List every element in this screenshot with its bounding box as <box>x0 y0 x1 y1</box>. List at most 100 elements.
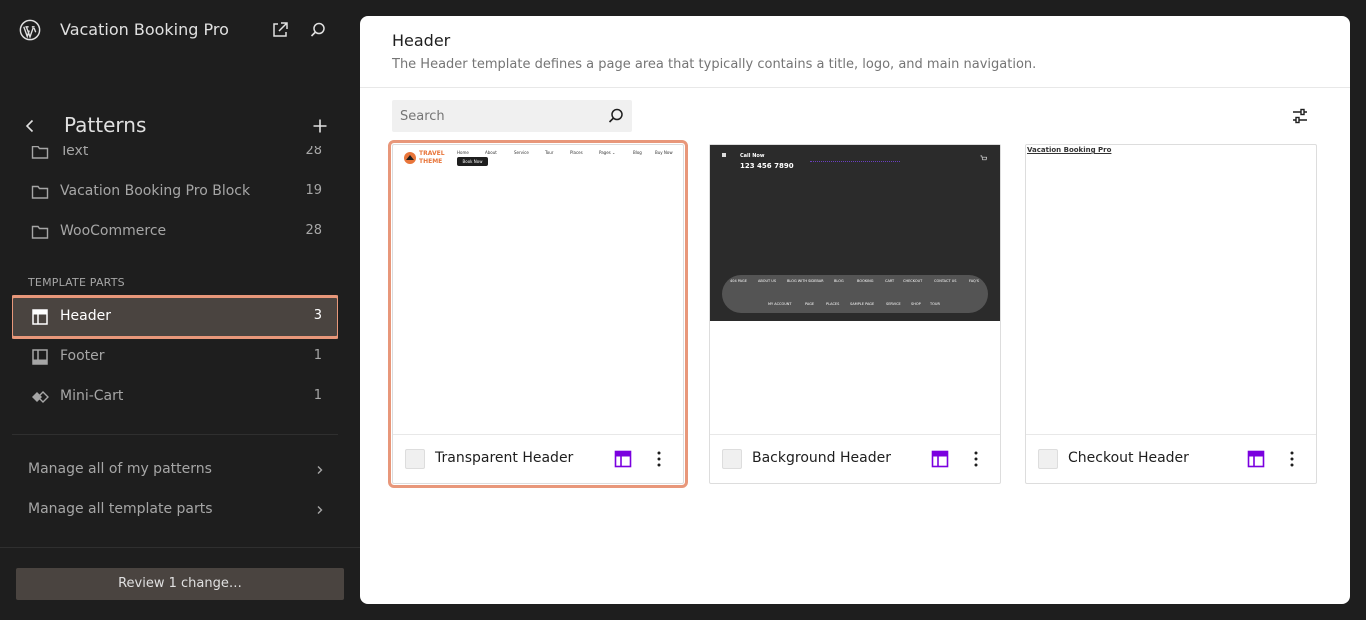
category-label: Text <box>60 146 89 159</box>
category-label: Vacation Booking Pro Block <box>60 183 251 199</box>
review-changes-button[interactable]: Review 1 change… <box>16 568 344 600</box>
search-icon[interactable] <box>308 20 328 40</box>
add-icon[interactable] <box>310 116 330 136</box>
preview-nav-item: Home <box>457 150 469 155</box>
preview-nav-item: ABOUT US <box>758 279 777 283</box>
pattern-preview[interactable]: TRAVEL THEME Home About Service Tour Pla… <box>393 145 683 435</box>
preview-nav-item: Buy Now <box>655 150 673 155</box>
template-part-count: 1 <box>313 348 322 363</box>
category-item-vacation-booking-pro-block[interactable]: Vacation Booking Pro Block 19 <box>12 172 338 212</box>
pattern-name: Background Header <box>752 450 891 466</box>
preview-nav-item: FAQ'S <box>969 279 979 283</box>
pattern-preview[interactable]: Vacation Booking Pro <box>1026 145 1316 435</box>
pattern-card-transparent-header[interactable]: TRAVEL THEME Home About Service Tour Pla… <box>388 140 688 488</box>
search-input[interactable] <box>392 100 602 132</box>
template-part-icon <box>614 450 632 468</box>
card-footer: Transparent Header <box>393 435 683 483</box>
preview-nav-item: SHOP <box>911 302 921 306</box>
preview-nav-item: MY ACCOUNT <box>768 302 792 306</box>
preview-nav-item: Service <box>514 150 529 155</box>
manage-template-parts-link[interactable]: Manage all template parts <box>12 490 338 530</box>
template-part-count: 3 <box>313 308 322 323</box>
footer-layout-icon <box>32 349 48 365</box>
preview-nav-item: Blog <box>633 150 642 155</box>
more-options-icon[interactable] <box>649 449 669 469</box>
preview-nav-item: TOUR <box>930 302 940 306</box>
chevron-right-icon <box>317 466 323 474</box>
category-item-text[interactable]: Text 28 <box>12 146 338 172</box>
preview-nav-item: Places <box>570 150 583 155</box>
select-checkbox[interactable] <box>722 449 742 469</box>
sidebar-footer-divider <box>0 547 360 548</box>
back-arrow-icon[interactable] <box>20 116 40 136</box>
cart-icon <box>980 155 987 161</box>
site-hub: Vacation Booking Pro <box>0 0 360 60</box>
more-options-icon[interactable] <box>966 449 986 469</box>
search-icon[interactable] <box>606 106 626 126</box>
template-part-item-footer[interactable]: Footer 1 <box>12 337 338 377</box>
preview-nav-item: Pages ⌄ <box>599 150 616 155</box>
template-part-label: Header <box>60 308 111 324</box>
template-part-item-header[interactable]: Header 3 <box>12 295 338 339</box>
preview-logo-line2: THEME <box>419 158 443 165</box>
site-title[interactable]: Vacation Booking Pro <box>60 20 229 39</box>
manage-link-label: Manage all of my patterns <box>28 461 212 477</box>
preview-logo-line1: TRAVEL <box>419 150 445 157</box>
select-checkbox[interactable] <box>1038 449 1058 469</box>
category-count: 28 <box>305 223 322 238</box>
pattern-preview[interactable]: Call Now 123 456 7890 404 PAGE ABOUT US … <box>710 145 1000 435</box>
preview-nav-item: About <box>485 150 497 155</box>
card-footer: Checkout Header <box>1026 435 1316 483</box>
template-part-label: Footer <box>60 348 105 364</box>
pattern-card-background-header[interactable]: Call Now 123 456 7890 404 PAGE ABOUT US … <box>709 144 1001 484</box>
preview-nav-item: PAGE <box>805 302 815 306</box>
preview-nav-item: SERVICE <box>886 302 901 306</box>
filter-settings-icon[interactable] <box>1290 106 1310 126</box>
page-description: The Header template defines a page area … <box>392 57 1037 72</box>
patterns-title: Patterns <box>64 113 147 137</box>
preview-cta-button: Book Now <box>457 157 488 166</box>
preview-call-label: Call Now <box>740 153 765 159</box>
manage-link-label: Manage all template parts <box>28 501 213 517</box>
pattern-name: Checkout Header <box>1068 450 1189 466</box>
template-part-count: 1 <box>313 388 322 403</box>
preview-site-link: Vacation Booking Pro <box>1027 146 1112 154</box>
card-footer: Background Header <box>710 435 1000 483</box>
template-part-icon <box>1247 450 1265 468</box>
preview-nav-item: PLACES <box>826 302 840 306</box>
manage-patterns-link[interactable]: Manage all of my patterns <box>12 450 338 490</box>
category-count: 28 <box>305 146 322 158</box>
select-checkbox[interactable] <box>405 449 425 469</box>
chevron-right-icon <box>317 506 323 514</box>
preview-nav-item: CART <box>885 279 895 283</box>
template-part-item-mini-cart[interactable]: Mini-Cart 1 <box>12 377 338 417</box>
header-layout-icon <box>32 309 48 325</box>
phone-icon <box>722 153 726 157</box>
preview-nav-item: Tour <box>545 150 554 155</box>
category-label: WooCommerce <box>60 223 167 239</box>
pattern-category-list: Text 28 Vacation Booking Pro Block 19 Wo… <box>12 146 338 436</box>
search-field <box>392 100 632 132</box>
mini-cart-icon <box>32 391 49 403</box>
sidebar: Vacation Booking Pro Patterns Text 28 Va… <box>0 0 360 620</box>
more-options-icon[interactable] <box>1282 449 1302 469</box>
preview-broken-logo <box>810 152 900 162</box>
preview-nav-item: CHECKOUT <box>903 279 923 283</box>
folder-icon <box>31 185 49 199</box>
patterns-header: Patterns <box>0 106 360 146</box>
preview-nav-item: CONTACT US <box>934 279 957 283</box>
preview-nav-item: SAMPLE PAGE <box>850 302 875 306</box>
main-header: Header The Header template defines a pag… <box>360 16 1350 88</box>
pattern-card-checkout-header[interactable]: Vacation Booking Pro Checkout Header <box>1025 144 1317 484</box>
external-link-icon[interactable] <box>270 20 290 40</box>
preview-nav-item: BLOG WITH SIDEBAR <box>787 279 824 283</box>
sidebar-divider <box>12 434 338 435</box>
template-part-icon <box>931 450 949 468</box>
category-item-woocommerce[interactable]: WooCommerce 28 <box>12 212 338 252</box>
preview-phone: 123 456 7890 <box>740 162 794 170</box>
pattern-name: Transparent Header <box>435 450 574 466</box>
folder-icon <box>31 225 49 239</box>
page-title: Header <box>392 31 451 50</box>
wordpress-logo-icon[interactable] <box>19 19 41 41</box>
folder-icon <box>31 146 49 159</box>
